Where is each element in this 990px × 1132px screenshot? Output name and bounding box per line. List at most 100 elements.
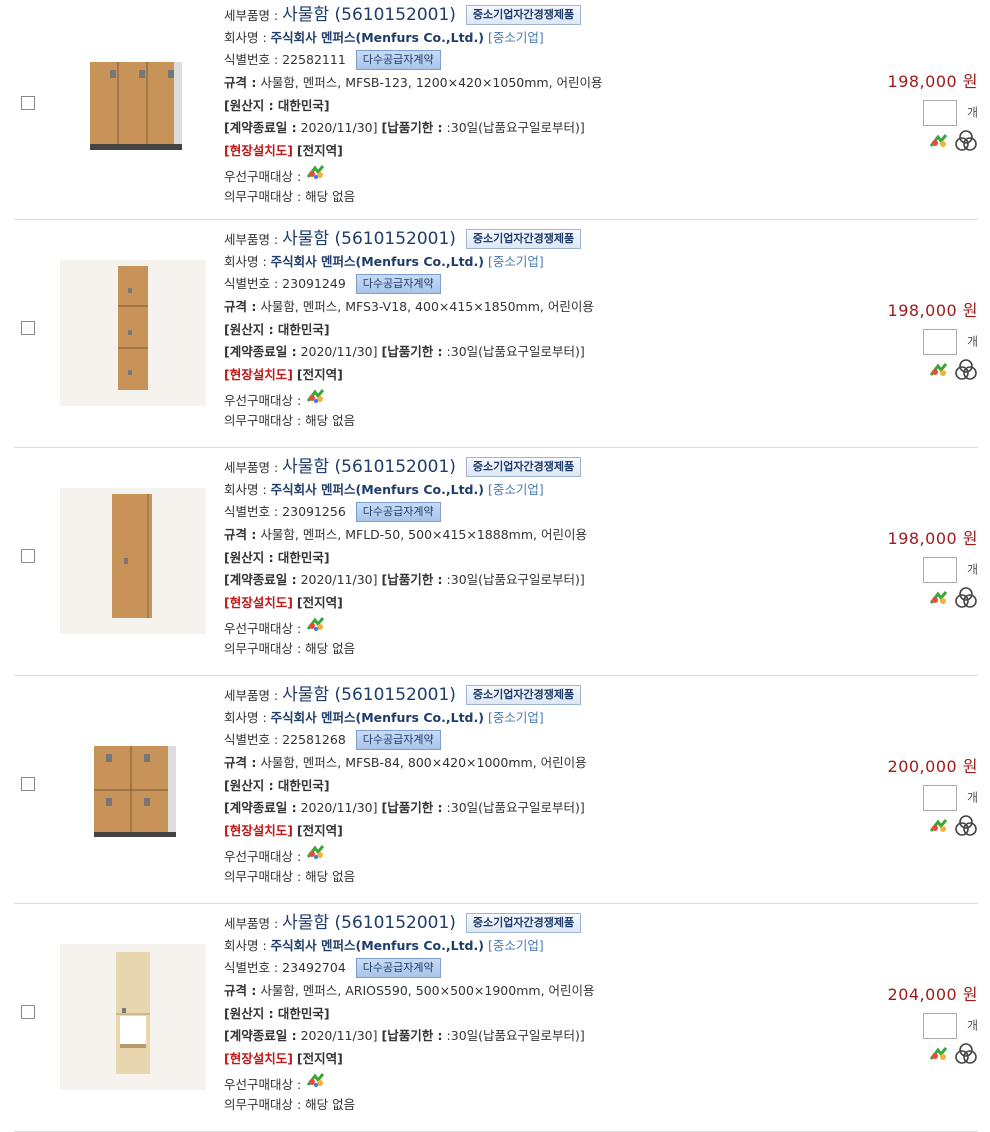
compare-icon[interactable] xyxy=(929,588,954,607)
product-title-link[interactable]: 사물함 (5610152001) xyxy=(282,5,456,25)
ident-number: 23091249 xyxy=(282,276,346,292)
price: 198,000 원 xyxy=(887,301,978,320)
product-title-link[interactable]: 사물함 (5610152001) xyxy=(282,685,456,705)
company-link[interactable]: 주식회사 멘퍼스(Menfurs Co.,Ltd.) xyxy=(271,482,484,497)
quantity-input[interactable] xyxy=(923,100,958,126)
contract-end-label: [계약종료일 : xyxy=(224,800,297,816)
product-info: 세부품명 : 사물함 (5610152001) 중소기업자간경쟁제품 회사명 :… xyxy=(224,912,844,1116)
company-label: 회사명 : xyxy=(224,937,267,953)
origin-text: [원산지 : 대한민국] xyxy=(224,777,330,793)
spec-value: 사물함, 멘퍼스, ARIOS590, 500×500×1900mm, 어린이용 xyxy=(260,983,595,999)
quantity-input[interactable] xyxy=(923,1013,958,1039)
product-image[interactable] xyxy=(60,716,206,862)
price: 198,000 원 xyxy=(887,72,978,91)
product-title-link[interactable]: 사물함 (5610152001) xyxy=(282,229,456,249)
company-type: [중소기업] xyxy=(487,29,544,45)
quantity-input[interactable] xyxy=(923,329,958,355)
quantity-input[interactable] xyxy=(923,557,958,583)
detail-item-label: 세부품명 : xyxy=(224,916,279,931)
company-label: 회사명 : xyxy=(224,29,267,45)
contract-end-value: 2020/11/30] xyxy=(300,1028,378,1044)
multi-supplier-badge: 다수공급자계약 xyxy=(355,274,441,295)
detail-item-label: 세부품명 : xyxy=(224,8,279,23)
compare-icon[interactable] xyxy=(929,360,954,379)
product-image[interactable] xyxy=(60,260,206,406)
product-info: 세부품명 : 사물함 (5610152001) 중소기업자간경쟁제품 회사명 :… xyxy=(224,228,844,432)
ident-label: 식별번호 : xyxy=(224,960,279,976)
cart-icon[interactable] xyxy=(954,815,978,836)
spec-label: 규격 : xyxy=(224,75,257,91)
company-link[interactable]: 주식회사 멘퍼스(Menfurs Co.,Ltd.) xyxy=(271,710,484,725)
ident-number: 22582111 xyxy=(282,52,346,68)
contract-end-value: 2020/11/30] xyxy=(300,344,378,360)
price-block: 198,000 원 개 xyxy=(828,297,978,381)
unit-label: 개 xyxy=(966,790,978,805)
compare-icon[interactable] xyxy=(929,1044,954,1063)
mandatory-label: 의무구매대상 : xyxy=(224,640,302,656)
mandatory-value: 해당 없음 xyxy=(305,412,356,428)
priority-label: 우선구매대상 : xyxy=(224,848,302,864)
priority-label: 우선구매대상 : xyxy=(224,1076,302,1092)
quantity-input[interactable] xyxy=(923,785,958,811)
region-text: [전지역] xyxy=(296,595,343,611)
select-checkbox[interactable] xyxy=(21,777,35,791)
price-block: 204,000 원 개 xyxy=(828,981,978,1065)
onsite-install-text: [현장설치도] xyxy=(224,143,293,159)
compare-icon[interactable] xyxy=(929,816,954,835)
company-link[interactable]: 주식회사 멘퍼스(Menfurs Co.,Ltd.) xyxy=(271,254,484,269)
product-info: 세부품명 : 사물함 (5610152001) 중소기업자간경쟁제품 회사명 :… xyxy=(224,684,844,888)
select-checkbox[interactable] xyxy=(21,321,35,335)
delivery-label: [납품기한 : xyxy=(381,572,443,588)
cart-icon[interactable] xyxy=(954,1043,978,1064)
green-product-icon xyxy=(305,164,327,184)
cart-icon[interactable] xyxy=(954,587,978,608)
priority-label: 우선구매대상 : xyxy=(224,392,302,408)
product-title-link[interactable]: 사물함 (5610152001) xyxy=(282,457,456,477)
spec-value: 사물함, 멘퍼스, MFSB-123, 1200×420×1050mm, 어린이… xyxy=(260,75,603,91)
spec-label: 규격 : xyxy=(224,527,257,543)
cart-icon[interactable] xyxy=(954,130,978,151)
ident-label: 식별번호 : xyxy=(224,276,279,292)
ident-label: 식별번호 : xyxy=(224,732,279,748)
company-link[interactable]: 주식회사 멘퍼스(Menfurs Co.,Ltd.) xyxy=(271,30,484,45)
product-image[interactable] xyxy=(60,488,206,634)
spec-label: 규격 : xyxy=(224,299,257,315)
delivery-label: [납품기한 : xyxy=(381,1028,443,1044)
multi-supplier-badge: 다수공급자계약 xyxy=(355,730,441,751)
contract-end-value: 2020/11/30] xyxy=(300,800,378,816)
spec-value: 사물함, 멘퍼스, MFSB-84, 800×420×1000mm, 어린이용 xyxy=(260,755,587,771)
region-text: [전지역] xyxy=(296,1051,343,1067)
select-checkbox[interactable] xyxy=(21,96,35,110)
select-checkbox[interactable] xyxy=(21,1005,35,1019)
cart-icon[interactable] xyxy=(954,359,978,380)
mandatory-label: 의무구매대상 : xyxy=(224,868,302,884)
delivery-label: [납품기한 : xyxy=(381,344,443,360)
product-image[interactable] xyxy=(60,944,206,1090)
contract-end-label: [계약종료일 : xyxy=(224,572,297,588)
product-title-link[interactable]: 사물함 (5610152001) xyxy=(282,913,456,933)
mandatory-value: 해당 없음 xyxy=(305,868,356,884)
ident-number: 22581268 xyxy=(282,732,346,748)
contract-end-value: 2020/11/30] xyxy=(300,572,378,588)
ident-number: 23091256 xyxy=(282,504,346,520)
green-product-icon xyxy=(305,844,327,864)
contract-end-value: 2020/11/30] xyxy=(300,120,378,136)
origin-text: [원산지 : 대한민국] xyxy=(224,549,330,565)
compare-icon[interactable] xyxy=(929,131,954,150)
delivery-label: [납품기한 : xyxy=(381,120,443,136)
unit-label: 개 xyxy=(966,334,978,349)
select-checkbox[interactable] xyxy=(21,549,35,563)
price: 200,000 원 xyxy=(887,757,978,776)
price-block: 198,000 원 개 xyxy=(828,68,978,152)
product-info: 세부품명 : 사물함 (5610152001) 중소기업자간경쟁제품 회사명 :… xyxy=(224,4,844,208)
origin-text: [원산지 : 대한민국] xyxy=(224,97,330,113)
compete-product-badge: 중소기업자간경쟁제품 xyxy=(465,685,582,705)
green-product-icon xyxy=(305,616,327,636)
product-list: 세부품명 : 사물함 (5610152001) 중소기업자간경쟁제품 회사명 :… xyxy=(0,0,990,1132)
product-image[interactable] xyxy=(60,30,206,176)
priority-label: 우선구매대상 : xyxy=(224,168,302,184)
delivery-value: :30일(납품요구일로부터)] xyxy=(446,572,585,588)
company-label: 회사명 : xyxy=(224,253,267,269)
company-link[interactable]: 주식회사 멘퍼스(Menfurs Co.,Ltd.) xyxy=(271,938,484,953)
compete-product-badge: 중소기업자간경쟁제품 xyxy=(465,457,582,477)
